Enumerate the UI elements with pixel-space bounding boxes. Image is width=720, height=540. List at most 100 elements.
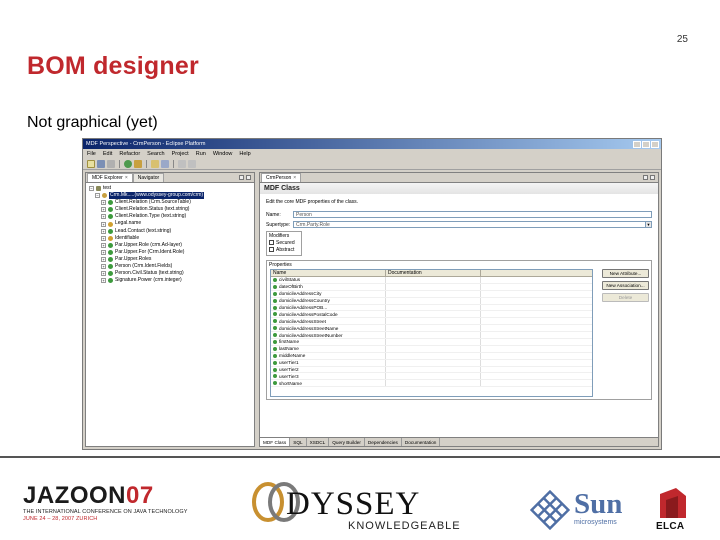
table-row[interactable]: civilStatus [271,277,592,284]
close-icon[interactable]: × [125,175,128,181]
expand-icon[interactable]: + [101,228,106,234]
tree-item-root[interactable]: − test [89,185,251,192]
table-row[interactable]: dateOfBirth [271,283,592,291]
menu-help[interactable]: Help [239,151,250,157]
table-row[interactable]: domicileAddressCountry [271,297,592,305]
elca-logo: ELCA [652,488,692,532]
expand-icon[interactable]: + [101,271,106,277]
tab-mdf-explorer[interactable]: MDF Explorer × [87,173,133,182]
menu-edit[interactable]: Edit [103,151,112,157]
collapse-icon[interactable]: − [89,186,94,192]
delete-button[interactable]: Delete [602,293,649,302]
run-icon[interactable] [124,159,132,168]
tab-xsdcl[interactable]: XSDCL [307,438,330,446]
table-row[interactable]: domicileAddressCity [271,290,592,298]
secured-checkbox-row[interactable]: Secured [269,239,299,246]
column-header-name[interactable]: Name [271,270,386,276]
tree-item[interactable]: + Client.Relation (Crm.SourceTable) [89,199,251,206]
name-field[interactable]: Person [293,211,652,218]
table-row[interactable]: middleName [271,352,592,360]
expand-icon[interactable]: + [101,221,106,227]
table-row[interactable]: firstName [271,339,592,346]
debug-icon[interactable] [134,159,142,168]
minimize-icon[interactable] [633,140,641,148]
table-row[interactable]: userTier1 [271,359,592,367]
tab-crmperson[interactable]: CrmPerson × [261,173,302,182]
toolbar [83,158,661,170]
tree-item[interactable]: + Par.Upper.For (Crm.Ident.Role) [89,249,251,256]
toolbar-separator [119,159,120,168]
tab-dependencies[interactable]: Dependencies [365,438,402,446]
new-attribute-button[interactable]: New Attribute... [602,269,649,278]
class-icon [108,278,113,284]
forward-icon[interactable] [188,159,196,168]
expand-icon[interactable]: + [101,278,106,284]
table-row[interactable]: domicileAddressStreetNumber [271,332,592,340]
table-row[interactable]: domicileAddressPostalCode [271,311,592,319]
tab-query-builder[interactable]: Query Builder [329,438,365,446]
menu-run[interactable]: Run [196,151,206,157]
tree-item-selected[interactable]: − Crm.Mk.....(www.odyssey-group.com/crm) [89,192,251,200]
tree-item-label: test [103,185,112,191]
tree-item[interactable]: + Person.Civil.Status (text.string) [89,270,251,277]
expand-icon[interactable]: + [101,242,106,248]
tab-navigator[interactable]: Navigator [132,173,165,182]
menu-search[interactable]: Search [147,151,164,157]
close-icon[interactable]: × [293,175,296,181]
open-type-icon[interactable] [151,159,159,168]
tree-item[interactable]: + Person (Crm.Ident.Fields) [89,263,251,270]
minimize-icon[interactable] [643,175,648,180]
expand-icon[interactable]: + [101,207,106,213]
tree-item[interactable]: + Par.Upper.Roles [89,256,251,263]
table-row[interactable]: domicileAddressStreetName [271,325,592,333]
table-row[interactable]: shortName [271,380,592,388]
expand-icon[interactable]: + [101,256,106,262]
tree-item[interactable]: + Identifiable [89,235,251,242]
print-icon[interactable] [107,159,115,168]
expand-icon[interactable]: + [101,214,106,220]
tree-item[interactable]: + Signature.Power (crm.integer) [89,277,251,284]
tree-item[interactable]: + Client.Relation.Type (text.string) [89,213,251,220]
minimize-icon[interactable] [239,175,244,180]
table-row[interactable]: userTier3 [271,373,592,381]
expand-icon[interactable]: + [101,249,106,255]
tree-item[interactable]: + Lead.Contact (text.string) [89,228,251,235]
supertype-label: Supertype: [266,221,291,228]
maximize-icon[interactable] [642,140,650,148]
secured-checkbox[interactable] [269,240,274,245]
property-name-cell: domicileAddressStreetName [271,325,386,332]
new-association-button[interactable]: New Association... [602,281,649,290]
expand-icon[interactable]: + [101,235,106,241]
table-row[interactable]: domicileAddressPOB... [271,304,592,312]
expand-icon[interactable]: + [101,264,106,270]
maximize-icon[interactable] [246,175,251,180]
tree-item[interactable]: + Client.Relation.Status (text.string) [89,206,251,213]
menu-file[interactable]: File [87,151,96,157]
back-icon[interactable] [178,159,186,168]
collapse-icon[interactable]: − [95,193,100,199]
save-icon[interactable] [97,159,105,168]
menu-window[interactable]: Window [213,151,233,157]
menu-refactor[interactable]: Refactor [119,151,140,157]
tree-item[interactable]: + Legal.name [89,220,251,227]
abstract-checkbox[interactable] [269,247,274,252]
tab-mdf-class[interactable]: MDF Class [260,438,291,446]
close-icon[interactable] [651,140,659,148]
new-icon[interactable] [87,159,95,168]
table-row[interactable]: userTier2 [271,366,592,374]
expand-icon[interactable]: + [101,200,106,206]
column-header-documentation[interactable]: Documentation [386,270,481,276]
tree-item[interactable]: + Par.Upper.Role (crm.Ad-layer) [89,242,251,249]
table-row[interactable]: lastName [271,345,592,353]
table-row[interactable]: domicileAddressStreet [271,318,592,326]
sun-diamond-icon [530,490,570,530]
tab-sql[interactable]: SQL [290,438,307,446]
supertype-select[interactable]: Crm.Party.Role [293,221,646,228]
abstract-checkbox-row[interactable]: Abstract [269,246,299,253]
slide-title: BOM designer [27,52,199,80]
maximize-icon[interactable] [650,175,655,180]
menu-project[interactable]: Project [172,151,189,157]
chevron-down-icon[interactable]: ▼ [646,221,652,228]
tab-documentation[interactable]: Documentation [402,438,441,446]
search-icon[interactable] [161,159,169,168]
